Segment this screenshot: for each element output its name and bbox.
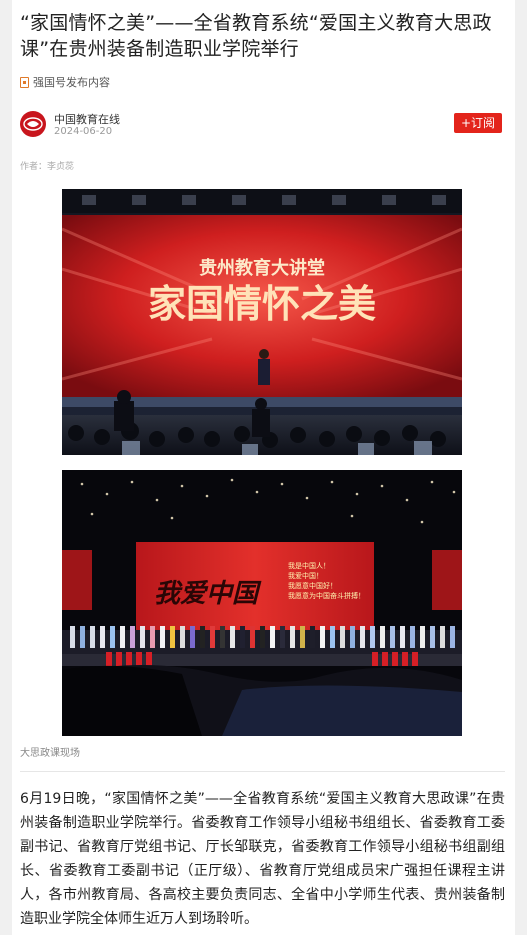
banner-small-text: 贵州教育大讲堂 <box>199 257 325 279</box>
photo-caption: 大思政课现场 <box>20 748 80 759</box>
screen-line-4: 我愿意为中国奋斗拼搏！ <box>288 591 365 600</box>
article-photo-1: 贵州教育大讲堂 家国情怀之美 <box>62 189 462 455</box>
article-body: 6月19日晚，“家国情怀之美”——全省教育系统“爱国主义教育大思政课”在贵州装备… <box>20 791 505 927</box>
article-content: “家国情怀之美”——全省教育系统“爱国主义教育大思政课”在贵州装备制造职业学院举… <box>12 0 515 935</box>
author-name[interactable]: 中国教育在线 <box>54 111 120 127</box>
avatar[interactable] <box>20 111 46 137</box>
screen-line-1: 我是中国人！ <box>288 561 330 570</box>
right-gutter <box>515 0 527 935</box>
stage-photo-2: 我爱中国 我是中国人！ 我爱中国！ 我愿意中国好！ 我愿意为中国奋斗拼搏！ <box>62 470 462 736</box>
screen-line-3: 我愿意中国好！ <box>288 581 337 590</box>
subscribe-button[interactable]: +订阅 <box>454 113 502 133</box>
byline: 作者：李贞蕊 <box>20 162 75 172</box>
banner-large-text: 家国情怀之美 <box>148 281 376 326</box>
stage-photo-1: 贵州教育大讲堂 家国情怀之美 <box>62 189 462 455</box>
article-page: “家国情怀之美”——全省教育系统“爱国主义教育大思政课”在贵州装备制造职业学院举… <box>0 0 527 935</box>
media-logo-icon <box>23 117 43 131</box>
author-row: 中国教育在线 2024-06-20 +订阅 <box>20 110 510 140</box>
article-photo-2: 我爱中国 我是中国人！ 我爱中国！ 我愿意中国好！ 我愿意为中国奋斗拼搏！ <box>62 470 462 736</box>
left-gutter <box>0 0 12 935</box>
document-icon <box>20 76 29 88</box>
article-title: “家国情怀之美”——全省教育系统“爱国主义教育大思政课”在贵州装备制造职业学院举… <box>20 12 492 60</box>
source-note-label: 强国号发布内容 <box>33 76 110 89</box>
source-note: 强国号发布内容 <box>20 74 110 90</box>
publish-date: 2024-06-20 <box>54 126 113 137</box>
screen-title-text: 我爱中国 <box>154 579 262 609</box>
screen-line-2: 我爱中国！ <box>288 571 323 580</box>
section-divider <box>20 771 505 772</box>
